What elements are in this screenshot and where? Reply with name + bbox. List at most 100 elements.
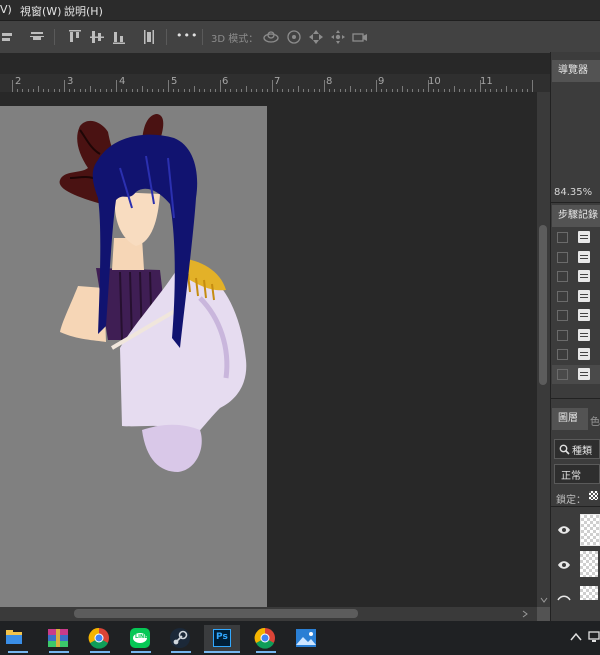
lock-label: 鎖定：: [556, 495, 586, 506]
scroll-right-arrow-icon[interactable]: [520, 609, 530, 619]
ruler-number: 2: [15, 76, 22, 87]
history-source-checkbox[interactable]: [557, 290, 568, 302]
ruler-tick: [272, 80, 273, 92]
toolbar-separator: [166, 29, 167, 45]
active-indicator: [256, 651, 276, 653]
lock-transparent-pixels-icon[interactable]: [589, 491, 598, 500]
history-step[interactable]: [552, 364, 600, 384]
ruler-tick: [220, 80, 221, 92]
network-icon[interactable]: [588, 630, 600, 644]
taskbar-winrar[interactable]: [40, 625, 76, 651]
active-indicator: [131, 651, 151, 653]
character-illustration: [59, 114, 247, 472]
layer-thumbnail[interactable]: [580, 586, 598, 600]
history-source-checkbox[interactable]: [557, 349, 568, 360]
3d-camera-icon[interactable]: [351, 28, 369, 46]
winrar-icon: [48, 629, 68, 647]
ruler-tick: [324, 80, 325, 92]
ruler-tick: [376, 80, 377, 92]
taskbar-file-explorer[interactable]: [0, 625, 36, 651]
taskbar-line[interactable]: LINE: [122, 625, 158, 651]
3d-roll-icon[interactable]: [285, 28, 303, 46]
panel-divider: [550, 398, 600, 399]
ruler-tick: [116, 80, 117, 92]
toolbar-separator: [202, 29, 203, 45]
ruler-tick: [480, 80, 481, 92]
ruler-number: 9: [378, 76, 385, 87]
chevron-up-icon[interactable]: [570, 632, 582, 642]
folder-icon: [6, 630, 22, 644]
options-bar: ••• 3D 模式：: [0, 20, 600, 54]
active-indicator: [49, 651, 69, 653]
history-source-checkbox[interactable]: [557, 329, 568, 341]
history-source-checkbox[interactable]: [557, 310, 568, 321]
horizontal-scrollbar-thumb[interactable]: [74, 609, 358, 618]
history-step[interactable]: [552, 326, 600, 345]
scroll-down-arrow-icon[interactable]: [539, 595, 549, 605]
tab-navigator[interactable]: 導覽器: [552, 60, 600, 82]
ruler-number: 4: [119, 76, 126, 87]
blend-mode-select[interactable]: 正常: [554, 464, 600, 484]
distribute-icon[interactable]: [140, 28, 158, 46]
history-source-checkbox[interactable]: [557, 271, 568, 282]
more-options-button[interactable]: •••: [176, 29, 198, 42]
ruler-corner: [537, 74, 550, 92]
tab-history[interactable]: 步驟記錄: [552, 205, 600, 227]
panel-divider: [550, 202, 600, 203]
history-step[interactable]: [552, 228, 600, 247]
history-step[interactable]: [552, 248, 600, 267]
taskbar-photos[interactable]: [288, 625, 324, 651]
horizontal-ruler: 2 3 4 5 6 7 8 9 10 11: [0, 74, 537, 93]
menu-item-help[interactable]: 說明(H): [64, 3, 103, 19]
history-step[interactable]: [552, 345, 600, 364]
distribute-left-icon[interactable]: [0, 28, 18, 46]
taskbar-steam[interactable]: [162, 625, 198, 651]
menu-item-window[interactable]: 視窗(W): [20, 3, 61, 19]
layer-filter-field[interactable]: 種類: [554, 439, 600, 459]
history-step[interactable]: [552, 287, 600, 306]
photoshop-icon: Ps: [213, 629, 231, 647]
document-tab-strip: [0, 53, 550, 74]
document-icon: [578, 309, 590, 321]
ruler-number: 11: [480, 76, 493, 87]
ruler-tick: [532, 80, 533, 92]
vertical-scrollbar-thumb[interactable]: [539, 225, 547, 385]
taskbar-chrome[interactable]: [81, 625, 117, 651]
layer-thumbnail[interactable]: [580, 551, 598, 577]
ruler-tick: [168, 80, 169, 92]
ruler-number: 8: [326, 76, 333, 87]
align-bottom-edges-icon[interactable]: [110, 28, 128, 46]
history-source-checkbox[interactable]: [557, 232, 568, 243]
ruler-tick: [428, 80, 429, 92]
taskbar-chrome-2[interactable]: [247, 625, 283, 651]
line-label: LINE: [135, 634, 148, 640]
align-vertical-centers-icon[interactable]: [88, 28, 106, 46]
ruler-number: 6: [222, 76, 229, 87]
steam-icon: [170, 628, 190, 648]
history-source-checkbox[interactable]: [557, 368, 568, 380]
navigator-zoom-value[interactable]: 84.35%: [554, 187, 592, 198]
history-step[interactable]: [552, 267, 600, 286]
taskbar-photoshop[interactable]: Ps: [204, 625, 240, 651]
search-icon: [559, 444, 570, 455]
3d-pan-icon[interactable]: [307, 28, 325, 46]
ruler-tick: [12, 80, 13, 92]
layer-thumbnail[interactable]: [580, 514, 600, 546]
document-icon: [578, 328, 590, 341]
chrome-icon: [88, 627, 109, 649]
3d-orbit-icon[interactable]: [262, 28, 280, 46]
menu-item-view[interactable]: V): [0, 3, 12, 16]
tab-color[interactable]: 色: [590, 413, 600, 428]
toolbar-separator: [54, 29, 55, 45]
history-step[interactable]: [552, 306, 600, 325]
ruler-number: 3: [67, 76, 74, 87]
eye-icon[interactable]: [557, 560, 571, 570]
history-source-checkbox[interactable]: [557, 251, 568, 263]
3d-slide-icon[interactable]: [329, 28, 347, 46]
document-icon: [578, 250, 590, 263]
eye-icon[interactable]: [557, 525, 571, 535]
eye-icon[interactable]: [557, 594, 571, 602]
tab-layers[interactable]: 圖層: [552, 408, 588, 430]
align-top-edges-icon[interactable]: [66, 28, 84, 46]
align-horizontal-center-icon[interactable]: [28, 28, 46, 46]
